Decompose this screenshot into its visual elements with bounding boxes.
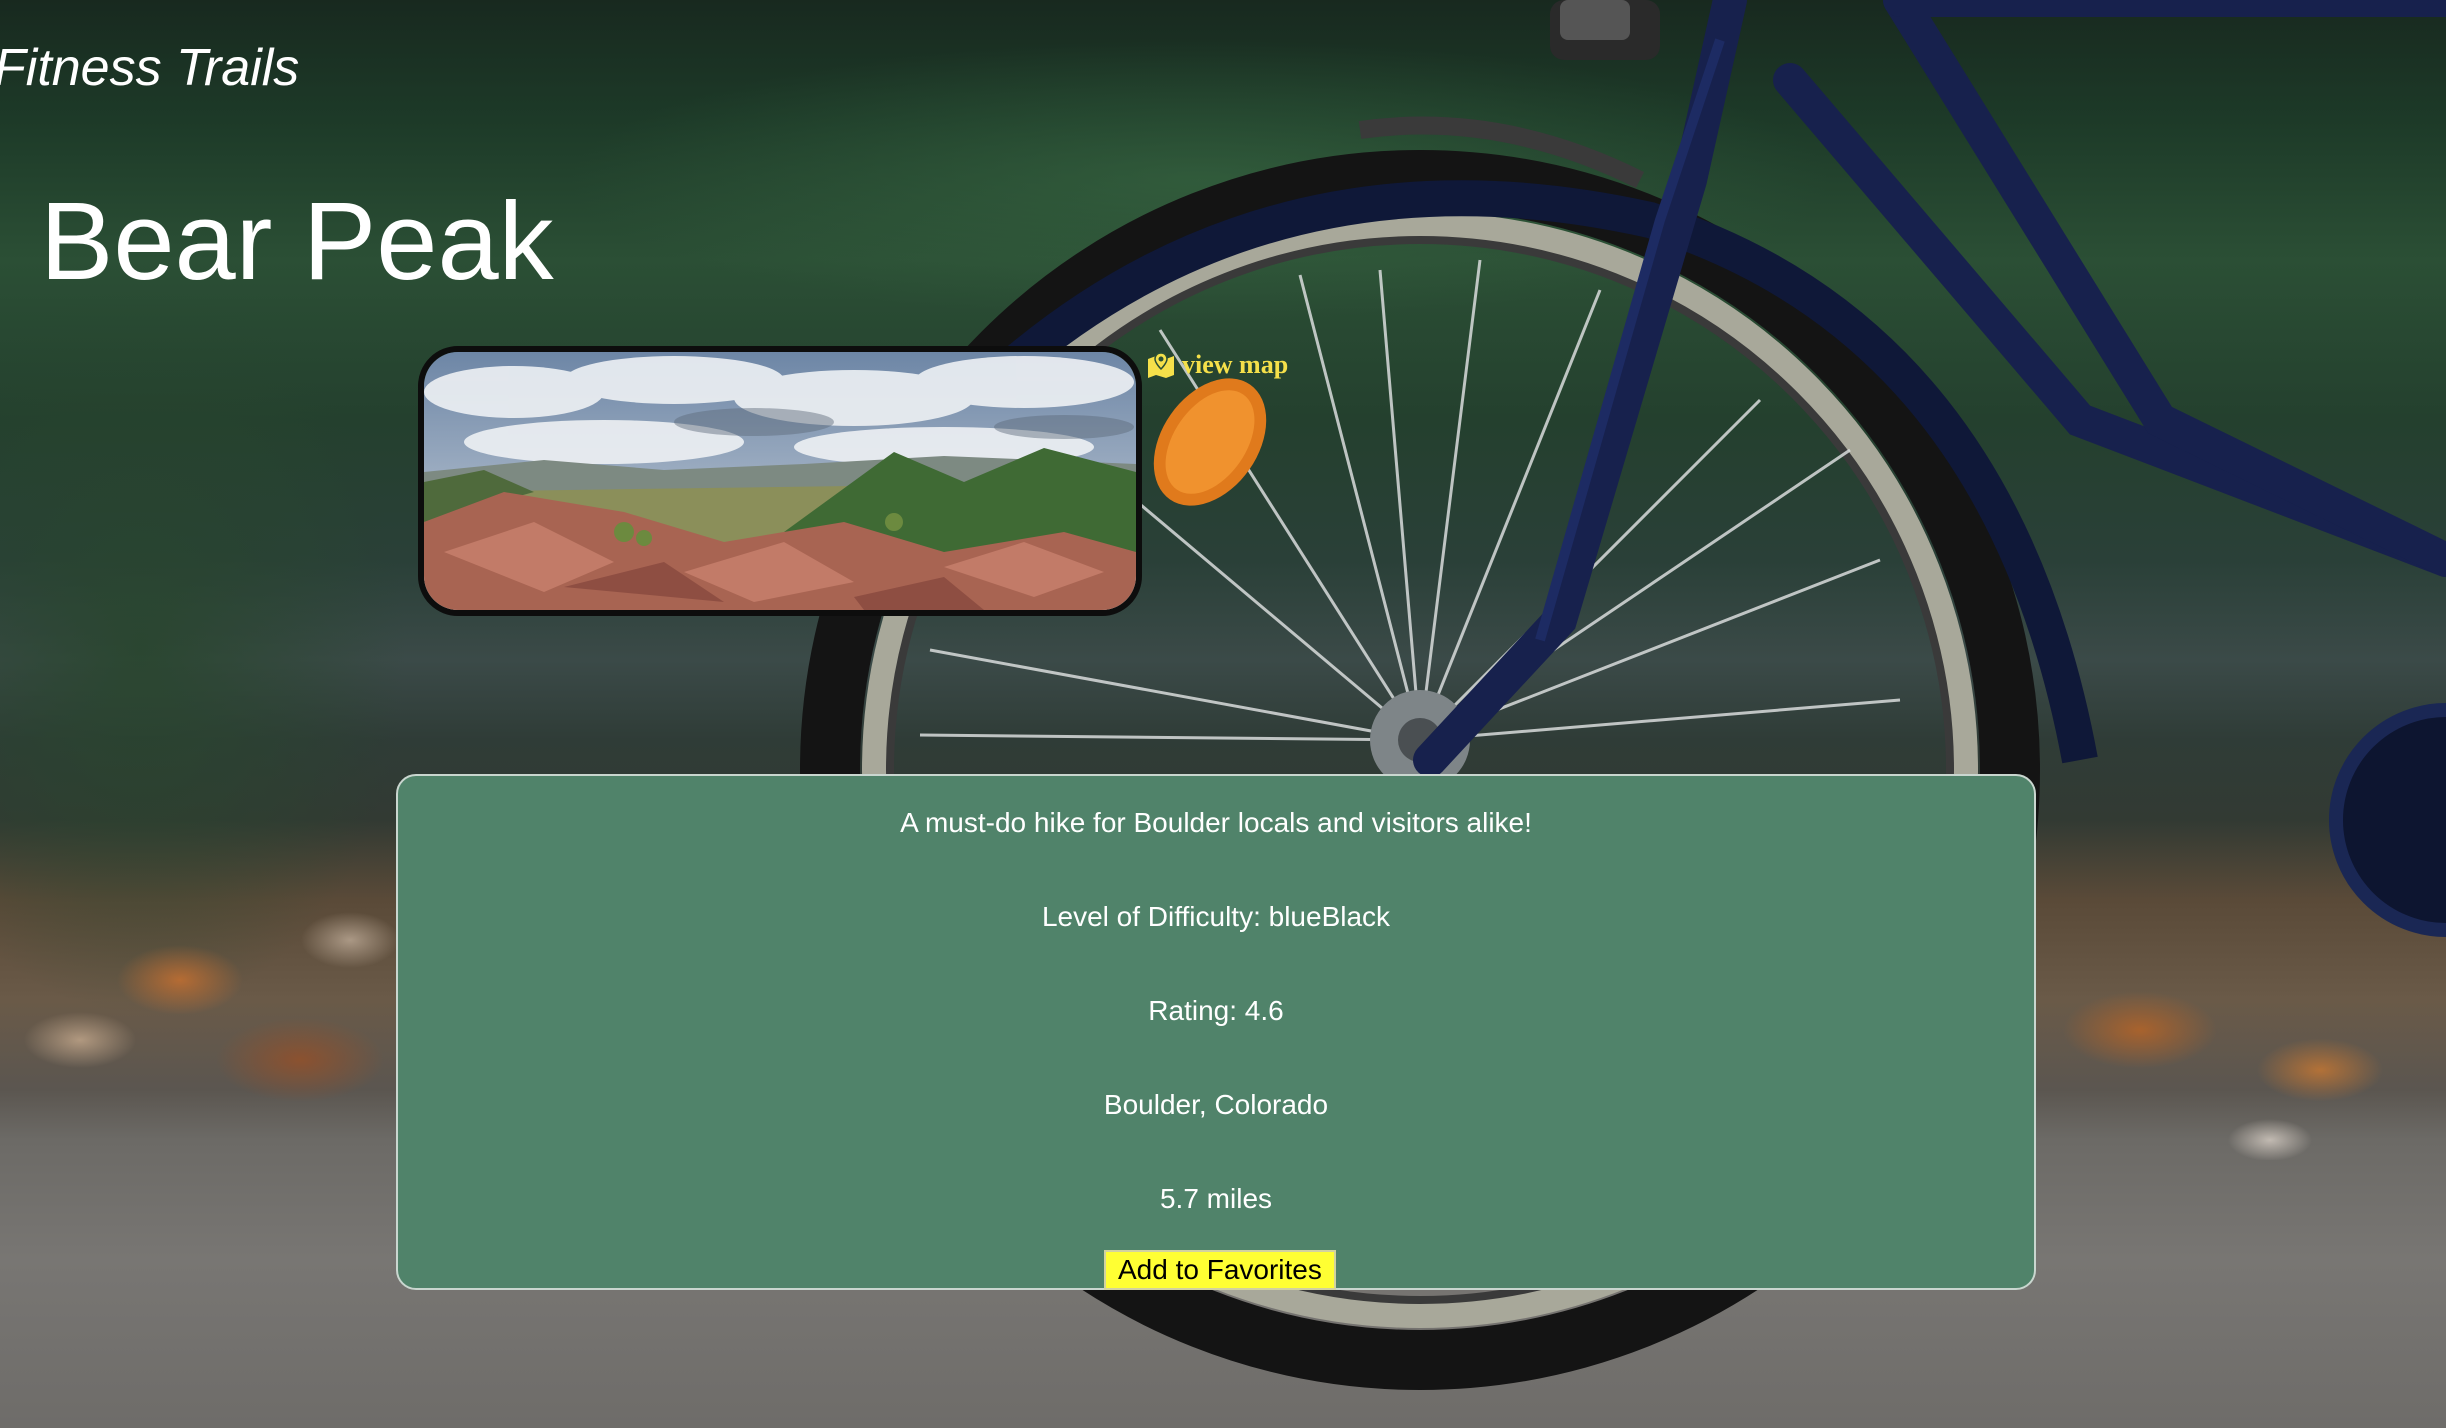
- map-marker-icon: [1146, 351, 1176, 379]
- trail-length: 5.7 miles: [1159, 1183, 1273, 1214]
- view-map-label: view map: [1182, 350, 1289, 379]
- trail-location: Boulder, Colorado: [1103, 1089, 1329, 1120]
- trail-description: A must-do hike for Boulder locals and vi…: [900, 807, 1532, 838]
- trail-difficulty: Level of Difficulty: blueBlack: [1041, 901, 1391, 932]
- trail-rating: Rating: 4.6: [1148, 995, 1284, 1026]
- trail-name-heading: Bear Peak: [40, 180, 554, 303]
- trail-photo: [418, 346, 1142, 616]
- add-to-favorites-button[interactable]: Add to Favorites: [1104, 1250, 1336, 1290]
- site-title: Fitness Trails: [0, 39, 300, 97]
- trail-info-card: A must-do hike for Boulder locals and vi…: [396, 774, 2036, 1290]
- view-map-link[interactable]: view map: [1146, 350, 1288, 380]
